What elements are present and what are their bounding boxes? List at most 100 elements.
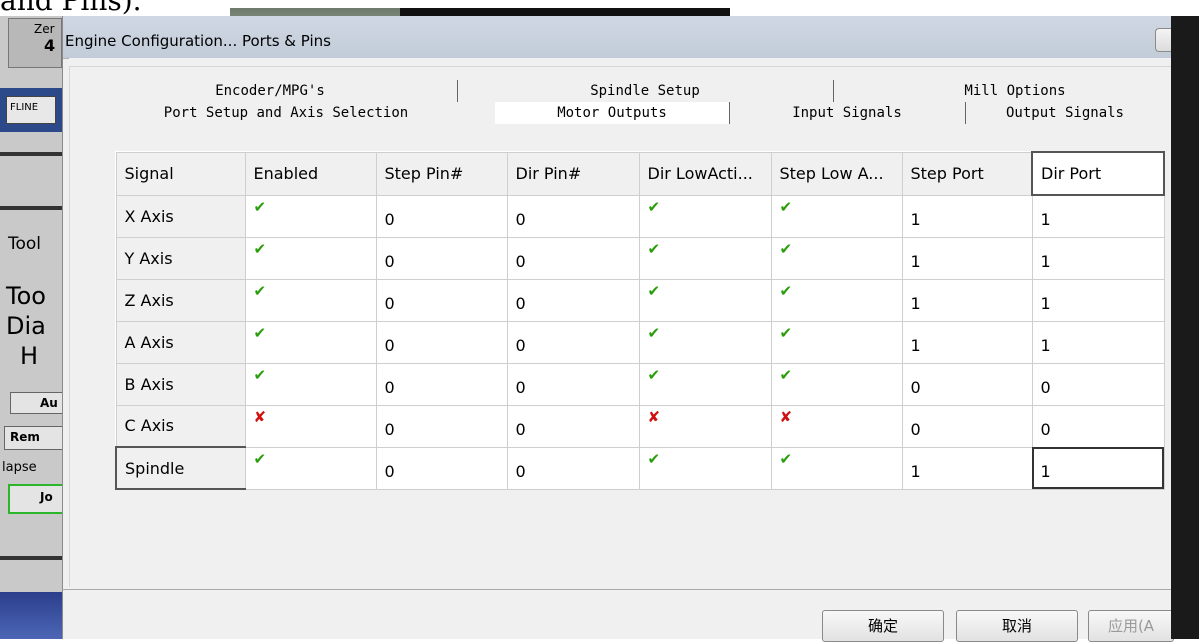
table-row: C Axis ✘ 0 0 ✘ ✘ 0 0: [115, 404, 1165, 448]
table-cell[interactable]: 0: [506, 320, 640, 364]
check-icon: ✔: [253, 197, 267, 216]
table-cell-toggle[interactable]: ✔: [244, 320, 377, 364]
bg-label-auto: Au: [40, 396, 58, 410]
cancel-button[interactable]: 取消: [956, 610, 1078, 642]
table-cell[interactable]: 1: [1031, 194, 1165, 238]
table-row: Z Axis ✔ 0 0 ✔ ✔ 1 1: [115, 278, 1165, 322]
table-cell[interactable]: 0: [506, 404, 640, 448]
table-cell-toggle[interactable]: ✔: [770, 278, 903, 322]
table-cell[interactable]: 0: [375, 278, 508, 322]
table-cell[interactable]: 1: [1031, 446, 1165, 490]
table-cell[interactable]: 1: [901, 236, 1033, 280]
table-cell-toggle[interactable]: ✔: [770, 320, 903, 364]
table-cell[interactable]: 0: [901, 362, 1033, 406]
table-cell-toggle[interactable]: ✔: [770, 194, 903, 238]
apply-button[interactable]: 应用(A: [1088, 610, 1174, 642]
table-cell-toggle[interactable]: ✔: [638, 320, 772, 364]
bg-label-rem: Rem: [10, 430, 40, 444]
check-icon: ✔: [779, 449, 793, 468]
ok-button[interactable]: 确定: [822, 610, 944, 642]
check-icon: ✔: [779, 281, 793, 300]
table-cell-toggle[interactable]: ✘: [638, 404, 772, 448]
column-header[interactable]: Dir Port: [1031, 151, 1165, 196]
tab-motor-outputs[interactable]: Motor Outputs: [495, 102, 730, 124]
table-cell[interactable]: 1: [1031, 236, 1165, 280]
table-cell[interactable]: 0: [375, 194, 508, 238]
table-cell[interactable]: 1: [1031, 320, 1165, 364]
column-header[interactable]: Dir Pin#: [506, 151, 640, 196]
tab-encoder-mpgs[interactable]: Encoder/MPG's: [83, 80, 458, 102]
table-cell[interactable]: 0: [1031, 404, 1165, 448]
column-header[interactable]: Step Pin#: [375, 151, 508, 196]
table-cell[interactable]: 0: [375, 404, 508, 448]
table-cell-toggle[interactable]: ✔: [638, 236, 772, 280]
table-cell-toggle[interactable]: ✔: [244, 194, 377, 238]
table-row: X Axis ✔ 0 0 ✔ ✔ 1 1: [115, 194, 1165, 238]
table-cell-toggle[interactable]: ✔: [244, 446, 377, 490]
background-mach3-strip: Zer 4 FLINE Tool Too Dia H Au Rem lapse …: [0, 16, 70, 639]
check-icon: ✔: [253, 365, 267, 384]
table-cell[interactable]: 1: [901, 194, 1033, 238]
table-cell[interactable]: 0: [506, 236, 640, 280]
table-cell-toggle[interactable]: ✔: [638, 446, 772, 490]
bg-divider-3: [0, 556, 62, 560]
table-cell[interactable]: 0: [506, 446, 640, 490]
column-header[interactable]: Dir LowActi...: [638, 151, 772, 196]
table-cell-toggle[interactable]: ✘: [770, 404, 903, 448]
table-cell[interactable]: 0: [506, 362, 640, 406]
check-icon: ✔: [647, 365, 661, 384]
table-cell[interactable]: 0: [375, 362, 508, 406]
motor-outputs-table: Signal Enabled Step Pin# Dir Pin# Dir LowAct…: [115, 151, 1165, 490]
tab-spindle-setup[interactable]: Spindle Setup: [457, 80, 834, 102]
check-icon: ✔: [779, 239, 793, 258]
tab-port-setup[interactable]: Port Setup and Axis Selection: [77, 102, 496, 124]
table-cell[interactable]: 0: [506, 278, 640, 322]
dialog-title-bar: Engine Configuration... Ports & Pins: [63, 16, 1199, 59]
table-cell-toggle[interactable]: ✔: [638, 278, 772, 322]
table-cell[interactable]: 0: [901, 404, 1033, 448]
tab-mill-options[interactable]: Mill Options: [833, 80, 1197, 102]
table-cell-toggle[interactable]: ✔: [770, 446, 903, 490]
table-cell[interactable]: 0: [375, 446, 508, 490]
row-header[interactable]: C Axis: [115, 404, 246, 448]
dialog-title: Engine Configuration... Ports & Pins: [65, 32, 331, 50]
column-header[interactable]: Enabled: [244, 151, 377, 196]
table-cell-toggle[interactable]: ✘: [244, 404, 377, 448]
check-icon: ✔: [647, 281, 661, 300]
tab-output-signals[interactable]: Output Signals: [965, 102, 1165, 124]
cross-icon: ✘: [779, 407, 793, 426]
row-header[interactable]: Z Axis: [115, 278, 246, 322]
row-header[interactable]: B Axis: [115, 362, 246, 406]
table-cell-toggle[interactable]: ✔: [244, 362, 377, 406]
check-icon: ✔: [253, 281, 267, 300]
check-icon: ✔: [647, 239, 661, 258]
row-header[interactable]: A Axis: [115, 320, 246, 364]
table-cell-toggle[interactable]: ✔: [770, 362, 903, 406]
table-cell[interactable]: 1: [901, 446, 1033, 490]
table-cell[interactable]: 1: [1031, 278, 1165, 322]
table-cell[interactable]: 0: [506, 194, 640, 238]
table-cell[interactable]: 0: [375, 236, 508, 280]
column-header[interactable]: Step Low A...: [770, 151, 903, 196]
check-icon: ✔: [253, 239, 267, 258]
bg-label-jog: Jo: [40, 490, 53, 504]
row-header[interactable]: X Axis: [115, 194, 246, 238]
table-cell-toggle[interactable]: ✔: [244, 236, 377, 280]
bg-label-dia: Dia: [6, 312, 46, 340]
table-cell-toggle[interactable]: ✔: [638, 362, 772, 406]
tab-input-signals[interactable]: Input Signals: [729, 102, 966, 124]
dialog-separator: [62, 589, 1199, 590]
table-cell-toggle[interactable]: ✔: [770, 236, 903, 280]
column-header[interactable]: Step Port: [901, 151, 1033, 196]
table-cell-toggle[interactable]: ✔: [244, 278, 377, 322]
table-cell[interactable]: 0: [1031, 362, 1165, 406]
row-header[interactable]: Y Axis: [115, 236, 246, 280]
table-cell[interactable]: 0: [375, 320, 508, 364]
check-icon: ✔: [253, 323, 267, 342]
row-header[interactable]: Spindle: [115, 446, 246, 490]
table-cell-toggle[interactable]: ✔: [638, 194, 772, 238]
check-icon: ✔: [779, 323, 793, 342]
table-cell[interactable]: 1: [901, 320, 1033, 364]
column-header[interactable]: Signal: [115, 151, 246, 196]
table-cell[interactable]: 1: [901, 278, 1033, 322]
